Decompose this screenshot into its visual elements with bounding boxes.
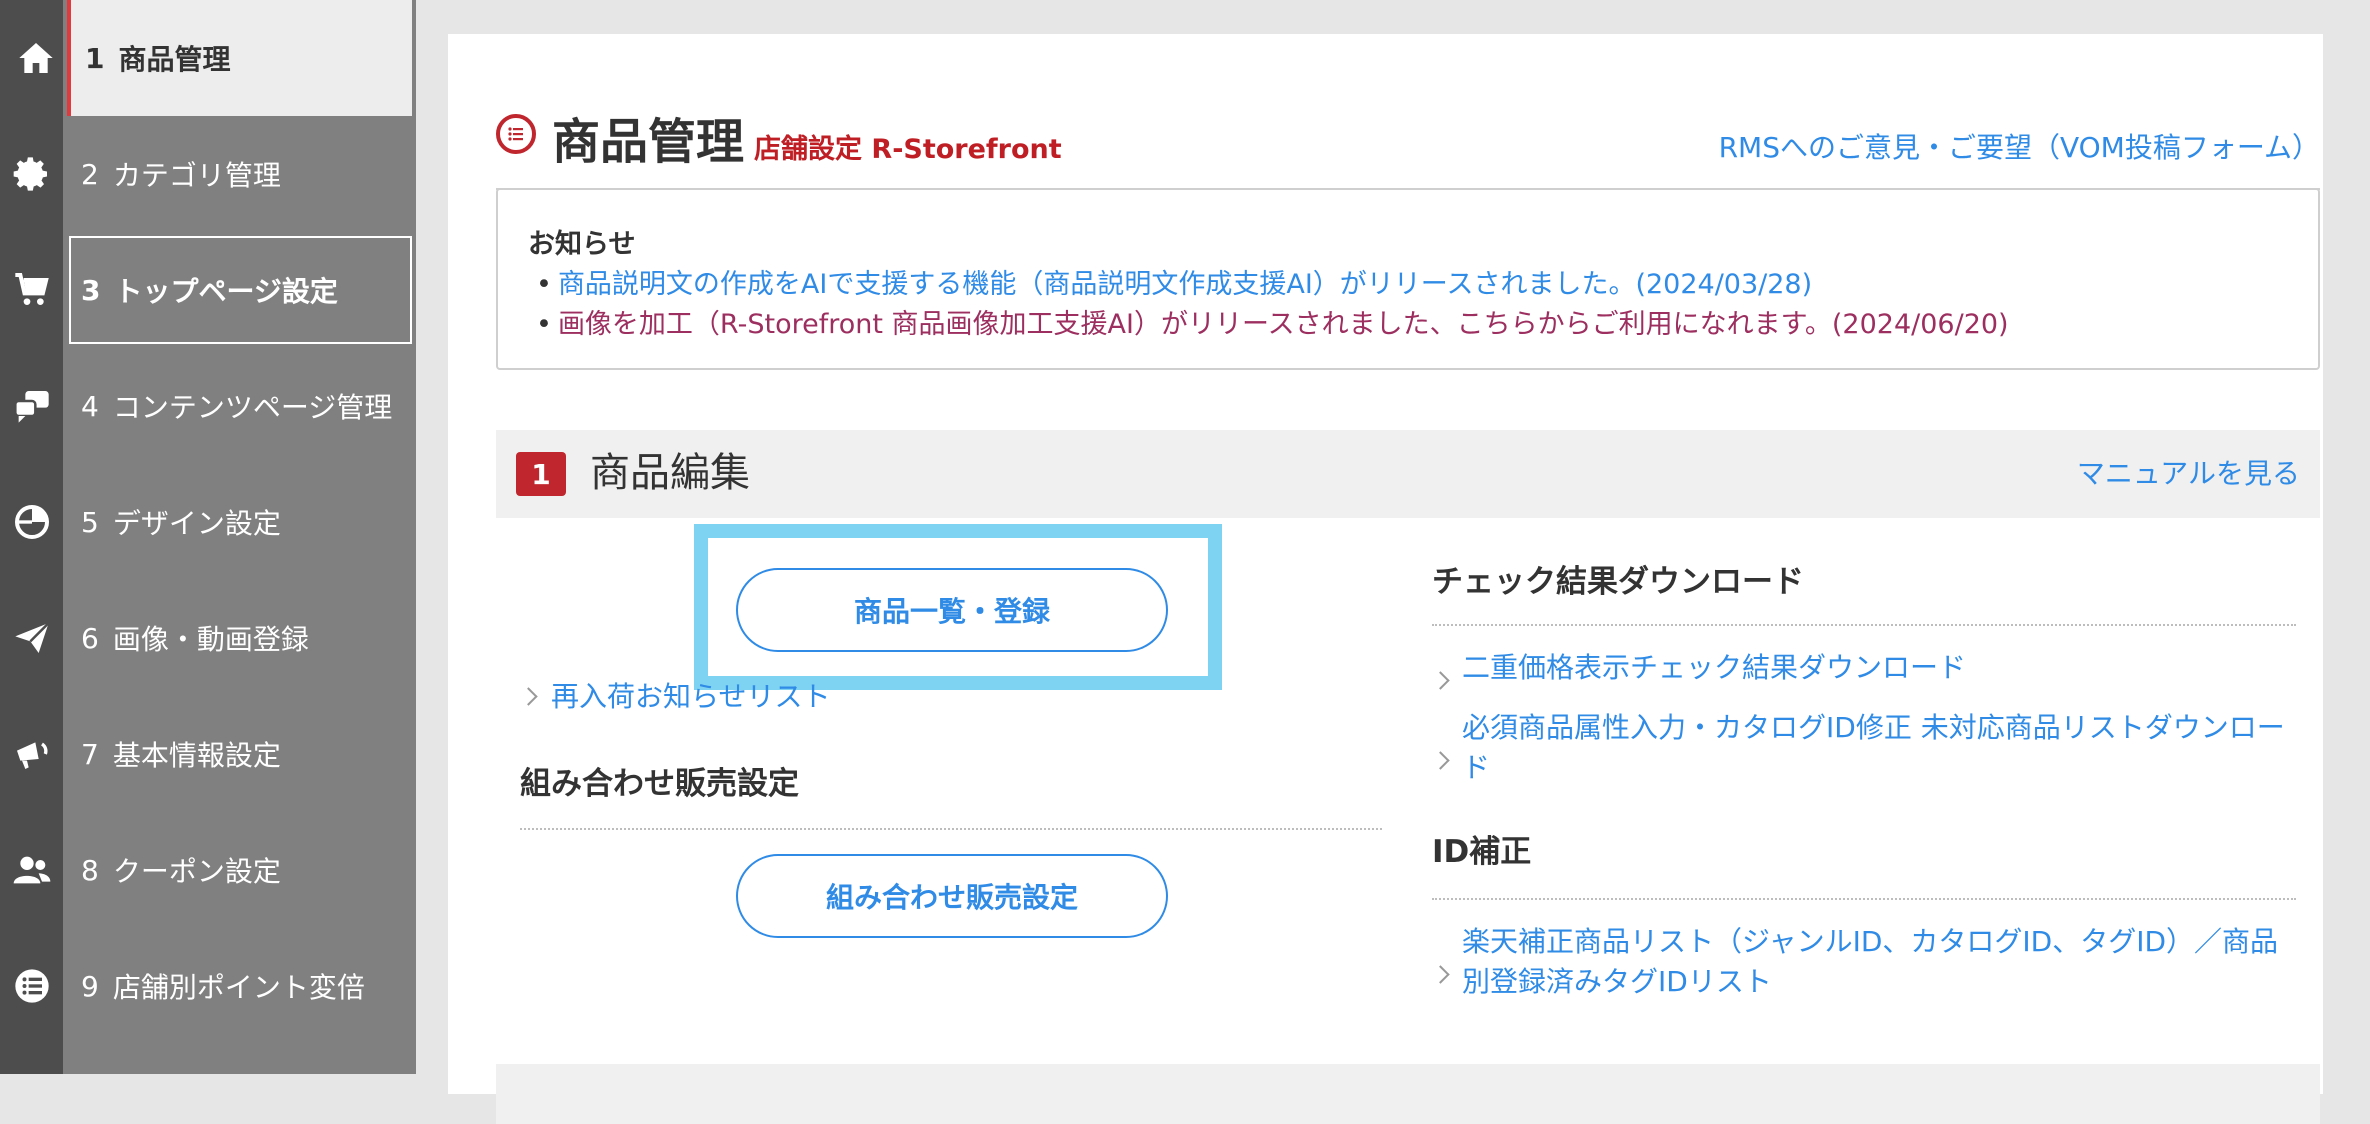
sidebar-item-label: デザイン設定 bbox=[112, 507, 281, 540]
notice-item-text: 商品説明文の作成をAIで支援する機能（商品説明文作成支援AI）がリリースされまし… bbox=[557, 269, 1813, 300]
sidebar-item-label: トップページ設定 bbox=[114, 275, 338, 308]
divider bbox=[1432, 624, 2296, 626]
sidebar-item-content-pages[interactable]: 4 コンテンツページ管理 bbox=[13, 348, 416, 464]
chevron-right-icon bbox=[1431, 751, 1450, 770]
page-header: 商品管理 店舗設定 R-Storefront RMSへのご意見・ご要望（VOM投… bbox=[496, 74, 2320, 190]
sidebar-item-label: 画像・動画登録 bbox=[112, 623, 309, 656]
main-panel: 商品管理 店舗設定 R-Storefront RMSへのご意見・ご要望（VOM投… bbox=[448, 34, 2323, 1124]
rakuten-correction-list-link[interactable]: 楽天補正商品リスト（ジャンルID、カタログID、タグID）／商品別登録済みタグI… bbox=[1431, 922, 2292, 1002]
sidebar-item-number: 5 bbox=[81, 505, 99, 539]
chevron-right-icon bbox=[1431, 671, 1450, 690]
restock-notice-list-link[interactable]: 再入荷お知らせリスト bbox=[519, 678, 831, 716]
link-label: 再入荷お知らせリスト bbox=[551, 680, 831, 713]
section-header: 1 商品編集 マニュアルを見る bbox=[496, 430, 2320, 518]
chevron-right-icon bbox=[1431, 965, 1450, 984]
section-number-badge: 1 bbox=[516, 452, 566, 496]
sidebar-item-label: カテゴリ管理 bbox=[112, 159, 281, 192]
sidebar-item-number: 1 bbox=[85, 41, 105, 75]
users-icon bbox=[0, 812, 63, 928]
notice-title: お知らせ bbox=[528, 229, 636, 260]
page-title: 商品管理 bbox=[552, 114, 745, 170]
home-icon bbox=[4, 0, 67, 116]
list-icon bbox=[0, 928, 63, 1044]
list-icon bbox=[496, 114, 536, 154]
divider bbox=[520, 828, 1382, 830]
gear-icon bbox=[0, 116, 63, 232]
combo-sales-heading: 組み合わせ販売設定 bbox=[520, 766, 799, 802]
sidebar-item-label: 基本情報設定 bbox=[112, 739, 281, 772]
sidebar-item-number: 7 bbox=[81, 737, 99, 771]
notice-item[interactable]: • 画像を加工（R-Storefront 商品画像加工支援AI）がリリースされまし… bbox=[536, 302, 2009, 341]
megaphone-icon bbox=[0, 696, 63, 812]
sidebar-item-number: 4 bbox=[81, 389, 99, 423]
notice-box: お知らせ • 商品説明文の作成をAIで支援する機能（商品説明文作成支援AI）がリリ… bbox=[496, 188, 2320, 370]
id-correction-heading: ID補正 bbox=[1432, 834, 1532, 870]
combo-sales-button[interactable]: 組み合わせ販売設定 bbox=[736, 854, 1168, 938]
sidebar-item-label: 店舗別ポイント変倍 bbox=[112, 971, 365, 1004]
sidebar-item-number: 8 bbox=[81, 853, 99, 887]
sidebar-item-point-multiplier[interactable]: 9 店舗別ポイント変倍 bbox=[14, 928, 416, 1044]
bullet: • bbox=[536, 269, 552, 300]
page-subtitle: 店舗設定 R-Storefront bbox=[754, 134, 1062, 165]
link-label: 楽天補正商品リスト（ジャンルID、カタログID、タグID）／商品別登録済みタグI… bbox=[1462, 925, 2279, 998]
chevron-right-icon bbox=[519, 687, 538, 706]
section-title: 商品編集 bbox=[590, 450, 750, 496]
sidebar-item-product-management[interactable]: 1 商品管理 bbox=[18, 0, 412, 116]
double-price-check-download-link[interactable]: 二重価格表示チェック結果ダウンロード bbox=[1431, 648, 2302, 690]
link-label: 二重価格表示チェック結果ダウンロード bbox=[1462, 651, 1967, 684]
pie-chart-icon bbox=[0, 464, 63, 580]
bullet: • bbox=[536, 309, 552, 340]
check-results-heading: チェック結果ダウンロード bbox=[1432, 564, 1804, 600]
sidebar-item-top-page-settings[interactable]: 3 トップページ設定 bbox=[14, 232, 416, 348]
sidebar-item-coupon-settings[interactable]: 8 クーポン設定 bbox=[13, 812, 416, 928]
sidebar-item-number: 2 bbox=[81, 157, 99, 191]
sidebar-item-label: 商品管理 bbox=[118, 43, 231, 76]
product-list-register-button[interactable]: 商品一覧・登録 bbox=[736, 568, 1168, 652]
chat-bubbles-icon bbox=[0, 348, 63, 464]
sidebar-item-category-management[interactable]: 2 カテゴリ管理 bbox=[13, 116, 416, 232]
sidebar-item-label: クーポン設定 bbox=[112, 855, 281, 888]
divider bbox=[1432, 898, 2296, 900]
feedback-link[interactable]: RMSへのご意見・ご要望（VOM投稿フォーム） bbox=[1719, 130, 2320, 166]
sidebar-item-number: 3 bbox=[81, 273, 101, 307]
next-section-bar bbox=[496, 1064, 2320, 1124]
manual-link[interactable]: マニュアルを見る bbox=[2077, 454, 2300, 494]
sidebar-item-number: 6 bbox=[81, 621, 99, 655]
paper-plane-icon bbox=[0, 580, 63, 696]
sidebar-item-number: 9 bbox=[81, 969, 99, 1003]
sidebar-item-basic-info[interactable]: 7 基本情報設定 bbox=[16, 696, 416, 812]
sidebar-item-label: コンテンツページ管理 bbox=[112, 391, 393, 424]
attribute-catalog-list-download-link[interactable]: 必須商品属性入力・カタログID修正 未対応商品リストダウンロード bbox=[1431, 708, 2292, 788]
notice-item[interactable]: • 商品説明文の作成をAIで支援する機能（商品説明文作成支援AI）がリリースされま… bbox=[536, 262, 1812, 301]
link-label: 必須商品属性入力・カタログID修正 未対応商品リストダウンロード bbox=[1462, 711, 2285, 784]
sidebar-item-media-upload[interactable]: 6 画像・動画登録 bbox=[14, 580, 416, 696]
notice-item-text: 画像を加工（R-Storefront 商品画像加工支援AI）がリリースされました… bbox=[557, 309, 2009, 340]
sidebar-item-design-settings[interactable]: 5 デザイン設定 bbox=[14, 464, 416, 580]
sidebar-nav: 1 商品管理 2 カテゴリ管理 3 トップページ設定 4 コンテンツページ管理 bbox=[13, 0, 416, 1074]
cart-icon bbox=[0, 232, 63, 348]
